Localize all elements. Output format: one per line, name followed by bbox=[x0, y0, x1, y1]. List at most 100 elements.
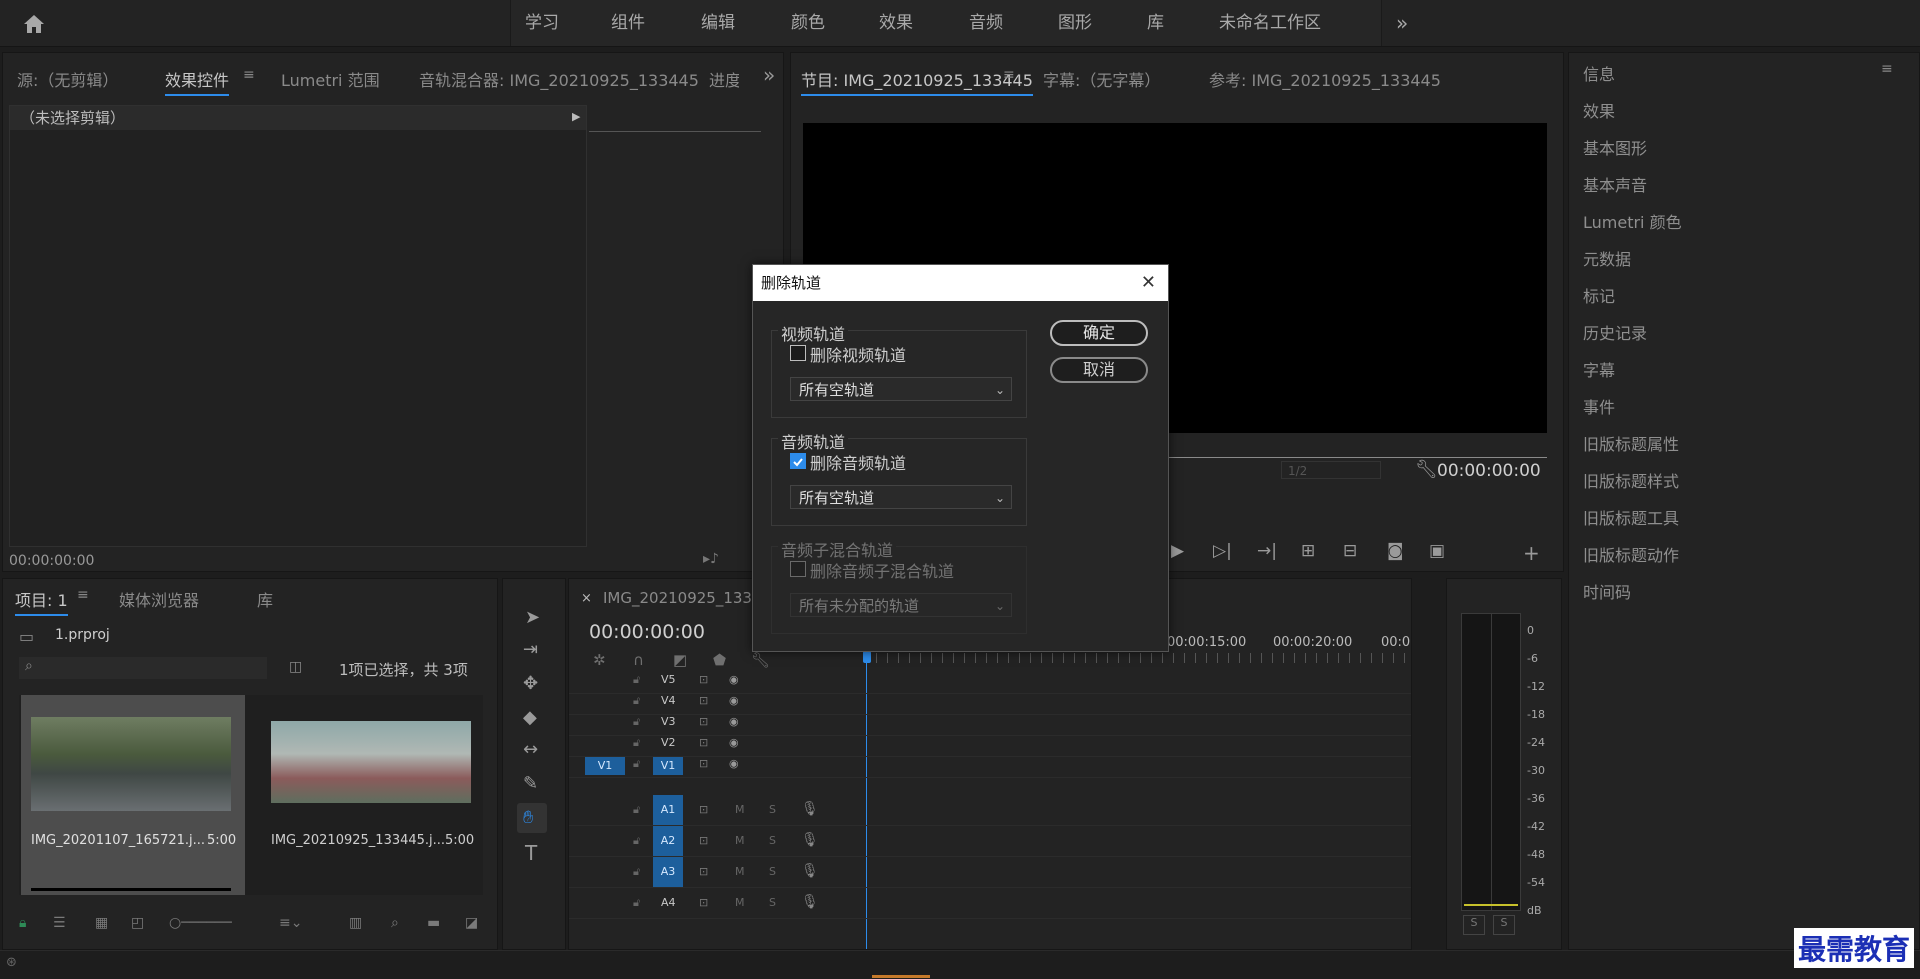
pen-tool-icon[interactable]: ✎ bbox=[523, 773, 538, 794]
lock-track-icon[interactable]: 🔓︎ bbox=[633, 757, 640, 771]
tab-source[interactable]: 源:（无剪辑） bbox=[17, 67, 118, 91]
selection-tool-icon[interactable]: ➤ bbox=[525, 607, 540, 628]
panel-item-history[interactable]: 历史记录 bbox=[1583, 320, 1647, 344]
lock-track-icon[interactable]: 🔓︎ bbox=[633, 865, 640, 879]
delete-submix-checkbox[interactable] bbox=[790, 561, 806, 577]
tab-lumetri-scopes[interactable]: Lumetri 范围 bbox=[281, 67, 380, 91]
track-a2[interactable]: 🔓︎ A2 ⊡ M S 🎙︎ bbox=[569, 826, 1411, 857]
eye-icon[interactable]: ◉ bbox=[729, 673, 739, 686]
timeline-ruler[interactable] bbox=[865, 653, 1411, 663]
snap-icon[interactable]: ∩ bbox=[633, 651, 644, 669]
solo-button[interactable]: S bbox=[769, 896, 776, 909]
submix-track-select[interactable]: 所有未分配的轨道 ⌄ bbox=[790, 593, 1012, 617]
ok-button[interactable]: 确定 bbox=[1050, 320, 1148, 346]
eye-icon[interactable]: ◉ bbox=[729, 715, 739, 728]
sync-lock-icon[interactable]: ⊡ bbox=[699, 803, 708, 816]
program-menu-icon[interactable]: ≡ bbox=[1003, 67, 1015, 83]
panel-item-lumetri-color[interactable]: Lumetri 颜色 bbox=[1583, 209, 1682, 233]
sync-lock-icon[interactable]: ⊡ bbox=[699, 896, 708, 909]
panel-item-legacy-title-properties[interactable]: 旧版标题属性 bbox=[1583, 431, 1679, 455]
solo-button[interactable]: S bbox=[769, 803, 776, 816]
tab-captions[interactable]: 字幕:（无字幕） bbox=[1043, 67, 1160, 91]
panel-item-effects[interactable]: 效果 bbox=[1583, 98, 1615, 122]
tab-effect-controls[interactable]: 效果控件 bbox=[165, 67, 230, 96]
more-tabs-icon[interactable]: » bbox=[763, 63, 775, 87]
nest-icon[interactable]: ✲ bbox=[593, 651, 606, 669]
clip-thumbnail-2[interactable]: IMG_20210925_133445.j... 5:00 bbox=[259, 695, 483, 895]
workspace-color[interactable]: 颜色 bbox=[791, 0, 825, 46]
sync-lock-icon[interactable]: ⊡ bbox=[699, 736, 708, 749]
tab-project[interactable]: 项目: 1 bbox=[15, 587, 68, 616]
workspace-audio[interactable]: 音频 bbox=[969, 0, 1003, 46]
expand-arrow-icon[interactable]: ▶ bbox=[572, 110, 580, 123]
mute-button[interactable]: M bbox=[735, 834, 745, 847]
hand-tool-icon[interactable]: ✋︎ bbox=[523, 807, 533, 828]
panel-item-essential-sound[interactable]: 基本声音 bbox=[1583, 172, 1647, 196]
lock-track-icon[interactable]: 🔓︎ bbox=[633, 694, 640, 708]
right-panel-menu-icon[interactable]: ≡ bbox=[1881, 61, 1893, 77]
wrench-icon[interactable]: 🔧︎ bbox=[1415, 459, 1438, 480]
sync-lock-icon[interactable]: ⊡ bbox=[699, 834, 708, 847]
eye-icon[interactable]: ◉ bbox=[729, 757, 739, 770]
list-view-icon[interactable]: ☰ bbox=[53, 915, 66, 931]
mute-button[interactable]: M bbox=[735, 803, 745, 816]
audio-only-icon[interactable]: ▸♪ bbox=[703, 551, 719, 567]
step-forward-icon[interactable]: ▷| bbox=[1213, 541, 1232, 561]
delete-video-checkbox[interactable] bbox=[790, 345, 806, 361]
new-bin-from-search-icon[interactable]: ◫ bbox=[289, 659, 302, 675]
lock-track-icon[interactable]: 🔓︎ bbox=[633, 896, 640, 910]
delete-audio-checkbox[interactable] bbox=[790, 453, 806, 469]
eye-icon[interactable]: ◉ bbox=[729, 694, 739, 707]
mute-button[interactable]: M bbox=[735, 865, 745, 878]
new-bin-icon[interactable]: ▬ bbox=[427, 915, 440, 931]
panel-item-info[interactable]: 信息 bbox=[1583, 61, 1615, 85]
tab-libraries[interactable]: 库 bbox=[257, 587, 273, 611]
compare-view-icon[interactable]: ▣ bbox=[1429, 541, 1445, 561]
panel-item-captions[interactable]: 字幕 bbox=[1583, 357, 1615, 381]
track-a1[interactable]: 🔓︎ A1 ⊡ M S 🎙︎ bbox=[569, 795, 1411, 826]
lock-track-icon[interactable]: 🔓︎ bbox=[633, 673, 640, 687]
track-a4[interactable]: 🔓︎ A4 ⊡ M S 🎙︎ bbox=[569, 888, 1411, 919]
project-search-input[interactable]: ⌕ bbox=[19, 657, 267, 679]
panel-item-events[interactable]: 事件 bbox=[1583, 394, 1615, 418]
tab-media-browser[interactable]: 媒体浏览器 bbox=[119, 587, 199, 611]
workspace-editing[interactable]: 编辑 bbox=[701, 0, 735, 46]
timeline-settings-icon[interactable]: 🔧︎ bbox=[751, 651, 770, 669]
lock-track-icon[interactable]: 🔓︎ bbox=[633, 736, 640, 750]
linked-selection-icon[interactable]: ◩ bbox=[673, 651, 687, 669]
panel-item-essential-graphics[interactable]: 基本图形 bbox=[1583, 135, 1647, 159]
clip-thumbnail-1[interactable]: IMG_20201107_165721.j... 5:00 bbox=[21, 695, 245, 895]
eye-icon[interactable]: ◉ bbox=[729, 736, 739, 749]
track-select-tool-icon[interactable]: ⇥ bbox=[523, 639, 538, 660]
track-v3[interactable]: 🔓︎ V3 ⊡ ◉ bbox=[569, 715, 1411, 736]
tab-progress[interactable]: 进度 bbox=[709, 67, 739, 91]
add-marker-icon[interactable]: ⬟ bbox=[713, 651, 726, 669]
audio-track-select[interactable]: 所有空轨道 ⌄ bbox=[790, 485, 1012, 509]
track-v2[interactable]: 🔓︎ V2 ⊡ ◉ bbox=[569, 736, 1411, 757]
panel-item-timecode[interactable]: 时间码 bbox=[1583, 579, 1631, 603]
lift-icon[interactable]: ⊞ bbox=[1301, 541, 1315, 561]
panel-item-markers[interactable]: 标记 bbox=[1583, 283, 1615, 307]
track-v1[interactable]: V1 🔓︎ V1 ⊡ ◉ bbox=[569, 757, 1411, 778]
go-to-out-icon[interactable]: →| bbox=[1257, 541, 1277, 561]
type-tool-icon[interactable]: T bbox=[525, 841, 537, 865]
sync-lock-icon[interactable]: ⊡ bbox=[699, 715, 708, 728]
source-patch-v1[interactable]: V1 bbox=[585, 757, 625, 775]
panel-menu-icon[interactable]: ≡ bbox=[243, 67, 255, 83]
solo-button[interactable]: S bbox=[769, 865, 776, 878]
track-v4[interactable]: 🔓︎ V4 ⊡ ◉ bbox=[569, 694, 1411, 715]
sync-lock-icon[interactable]: ⊡ bbox=[699, 673, 708, 686]
camera-icon[interactable]: ◙ bbox=[1387, 541, 1404, 561]
panel-item-legacy-title-tools[interactable]: 旧版标题工具 bbox=[1583, 505, 1679, 529]
microphone-icon[interactable]: 🎙︎ bbox=[801, 863, 819, 879]
workspace-libraries[interactable]: 库 bbox=[1147, 0, 1164, 46]
new-item-icon[interactable]: ◪ bbox=[465, 915, 478, 931]
track-a3[interactable]: 🔓︎ A3 ⊡ M S 🎙︎ bbox=[569, 857, 1411, 888]
video-track-select[interactable]: 所有空轨道 ⌄ bbox=[790, 377, 1012, 401]
playhead-handle[interactable] bbox=[863, 651, 871, 663]
mute-button[interactable]: M bbox=[735, 896, 745, 909]
sync-lock-icon[interactable]: ⊡ bbox=[699, 757, 708, 770]
microphone-icon[interactable]: 🎙︎ bbox=[801, 894, 819, 910]
lock-track-icon[interactable]: 🔓︎ bbox=[633, 803, 640, 817]
panel-item-legacy-title-styles[interactable]: 旧版标题样式 bbox=[1583, 468, 1679, 492]
